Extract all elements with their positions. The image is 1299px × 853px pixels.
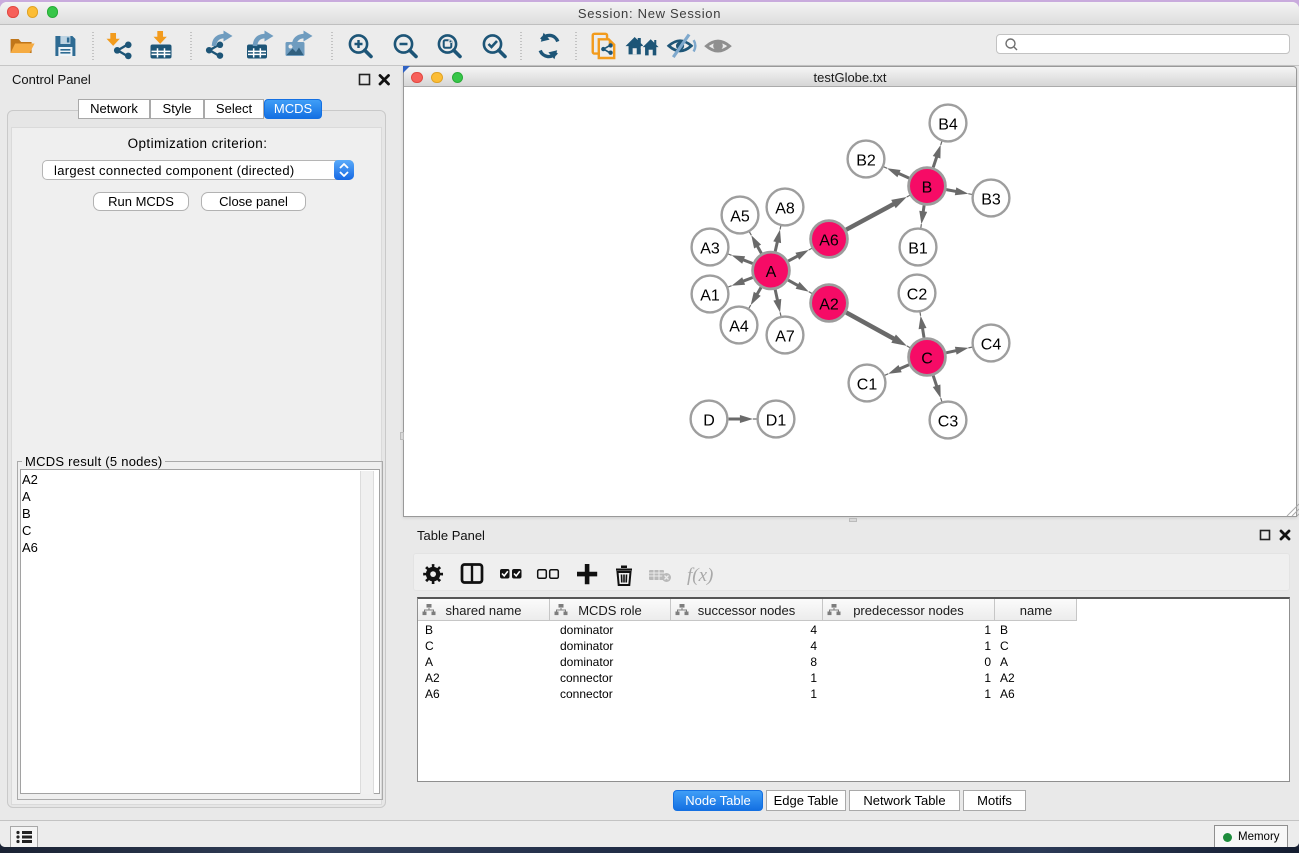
svg-text:A1: A1 (700, 287, 720, 304)
svg-text:f(x): f(x) (687, 565, 713, 586)
svg-text:B: B (922, 179, 933, 196)
svg-text:A: A (766, 264, 777, 281)
svg-text:A5: A5 (730, 208, 750, 225)
svg-text:D: D (703, 412, 715, 429)
svg-text:A7: A7 (775, 328, 795, 345)
svg-text:B4: B4 (938, 116, 958, 133)
svg-text:A6: A6 (819, 232, 839, 249)
svg-text:A2: A2 (819, 296, 839, 313)
svg-text:C2: C2 (907, 286, 928, 303)
svg-text:D1: D1 (766, 412, 787, 429)
svg-text:C3: C3 (938, 413, 959, 430)
svg-text:B3: B3 (981, 191, 1001, 208)
svg-text:C1: C1 (857, 376, 878, 393)
svg-text:C: C (921, 350, 933, 367)
svg-text:A8: A8 (775, 200, 795, 217)
svg-text:A3: A3 (700, 240, 720, 257)
svg-text:B1: B1 (908, 240, 928, 257)
svg-text:C4: C4 (981, 336, 1002, 353)
svg-text:B2: B2 (856, 152, 876, 169)
svg-text:A4: A4 (729, 318, 749, 335)
